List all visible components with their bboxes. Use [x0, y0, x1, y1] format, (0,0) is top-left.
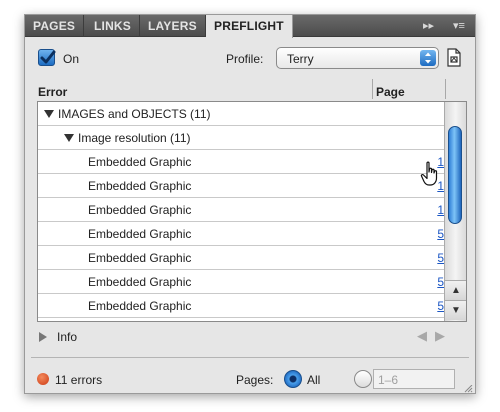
info-nav: ◀▶	[417, 328, 453, 344]
on-checkbox[interactable]	[38, 49, 56, 66]
column-divider	[372, 79, 373, 99]
resize-grip-icon[interactable]	[463, 385, 473, 393]
pages-all-label: All	[307, 373, 321, 387]
list-item[interactable]: Embedded Graphic 5	[38, 246, 444, 270]
error-list: IMAGES and OBJECTS (11) Image resolution…	[37, 101, 467, 322]
scroll-down-button[interactable]: ▼	[445, 300, 466, 320]
error-dot-icon	[37, 373, 49, 385]
hand-pointer-icon	[420, 161, 438, 186]
list-item-subcategory[interactable]: Image resolution (11)	[38, 126, 444, 150]
page-link[interactable]: 5	[437, 299, 444, 313]
vertical-scrollbar[interactable]: ▲ ▼	[444, 102, 466, 321]
page-link[interactable]: 5	[437, 251, 444, 265]
list-item-label: Embedded Graphic	[88, 251, 192, 265]
next-arrow-icon[interactable]: ▶	[435, 328, 453, 343]
list-item-label: Embedded Graphic	[88, 179, 192, 193]
list-item-label: IMAGES and OBJECTS (11)	[58, 107, 211, 121]
pages-all-radio[interactable]	[284, 370, 302, 388]
column-header-page[interactable]: Page	[376, 85, 405, 99]
divider	[31, 357, 469, 358]
arrow-down-icon: ▼	[451, 305, 461, 316]
preflight-panel: PAGES LINKS LAYERS PREFLIGHT ▸▸ ▾≡ On Pr…	[24, 14, 476, 394]
panel-menu-icon[interactable]: ▾≡	[453, 15, 465, 37]
tab-links[interactable]: LINKS	[86, 15, 140, 37]
info-label: Info	[57, 330, 78, 344]
scroll-up-button[interactable]: ▲	[445, 280, 466, 300]
list-item[interactable]: Embedded Graphic 1	[38, 174, 444, 198]
tab-preflight[interactable]: PREFLIGHT	[206, 15, 293, 38]
previous-arrow-icon[interactable]: ◀	[417, 328, 435, 343]
pages-range-radio[interactable]	[354, 370, 372, 388]
list-item-category[interactable]: IMAGES and OBJECTS (11)	[38, 102, 444, 126]
dropdown-arrows-icon	[420, 50, 436, 66]
list-item[interactable]: Embedded Graphic 5	[38, 222, 444, 246]
disclosure-triangle-icon[interactable]	[39, 332, 47, 342]
info-section-toggle[interactable]: Info	[39, 330, 77, 344]
tab-pages[interactable]: PAGES	[25, 15, 85, 37]
list-item-label: Image resolution (11)	[78, 131, 191, 145]
scrollbar-thumb[interactable]	[448, 126, 462, 224]
pages-label: Pages:	[236, 373, 274, 387]
error-count[interactable]: 11 errors	[55, 373, 102, 387]
column-header-error[interactable]: Error	[38, 85, 67, 99]
tab-layers[interactable]: LAYERS	[140, 15, 206, 37]
document-icon[interactable]	[445, 48, 463, 68]
column-divider	[445, 79, 446, 99]
panel-tabbar: PAGES LINKS LAYERS PREFLIGHT ▸▸ ▾≡	[25, 15, 475, 38]
list-item-label: Embedded Graphic	[88, 275, 192, 289]
list-item-label: Embedded Graphic	[88, 155, 192, 169]
pages-range-input[interactable]: 1–6	[373, 369, 455, 389]
collapse-icon[interactable]: ▸▸	[423, 15, 434, 37]
page-link[interactable]: 5	[437, 227, 444, 241]
list-item-label: Embedded Graphic	[88, 227, 192, 241]
disclosure-triangle-icon[interactable]	[44, 110, 54, 118]
arrow-up-icon: ▲	[451, 285, 461, 296]
profile-value: Terry	[287, 52, 314, 66]
profile-select[interactable]: Terry	[276, 47, 439, 69]
on-label: On	[63, 52, 80, 66]
profile-label: Profile:	[226, 52, 264, 66]
list-item-label: Embedded Graphic	[88, 203, 192, 217]
disclosure-triangle-icon[interactable]	[64, 134, 74, 142]
list-item[interactable]: Embedded Graphic 1	[38, 150, 444, 174]
list-item-label: Embedded Graphic	[88, 299, 192, 313]
checkbox-checked-icon	[40, 50, 56, 64]
page-link[interactable]: 1	[437, 203, 444, 217]
list-item[interactable]: Embedded Graphic 5	[38, 270, 444, 294]
list-item[interactable]: Embedded Graphic 1	[38, 198, 444, 222]
page-link[interactable]: 5	[437, 275, 444, 289]
list-item[interactable]: Embedded Graphic 5	[38, 294, 444, 318]
